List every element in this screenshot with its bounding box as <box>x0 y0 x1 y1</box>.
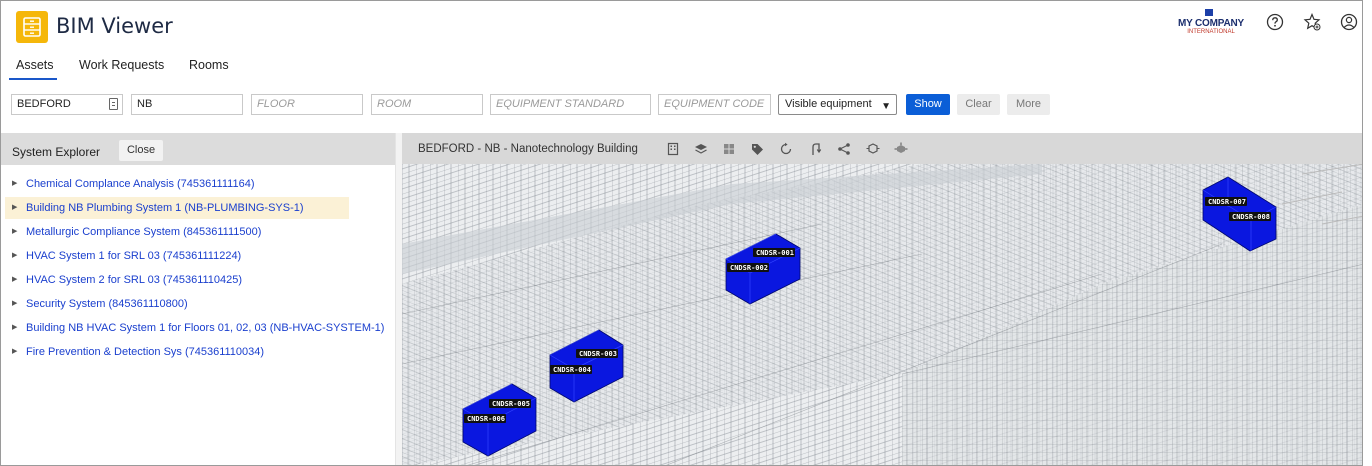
equipment-label: CNDSR-007 <box>1208 198 1246 206</box>
building-value: NB <box>137 98 153 110</box>
tree-item[interactable]: ▶ HVAC System 2 for SRL 03 (745361110425) <box>5 269 349 291</box>
user-account-icon[interactable] <box>1340 13 1358 31</box>
tree-item-label: Chemical Complance Analysis (74536111116… <box>26 178 255 190</box>
layers-icon[interactable] <box>694 142 708 156</box>
filter-bar: BEDFORD NB FLOOR ROOM EQUIPMENT STANDARD… <box>1 93 1362 117</box>
app-window: BIM Viewer MY COMPANY INTERNATIONAL Asse… <box>0 0 1363 466</box>
tree-item-label: HVAC System 1 for SRL 03 (745361111224) <box>26 250 242 262</box>
app-header: BIM Viewer MY COMPANY INTERNATIONAL <box>1 1 1362 51</box>
clear-button[interactable]: Clear <box>957 94 1000 115</box>
app-logo-icon <box>16 11 48 43</box>
expand-caret-icon[interactable]: ▶ <box>12 269 17 291</box>
tab-work-requests[interactable]: Work Requests <box>79 58 164 72</box>
equipment-label: CNDSR-005 <box>492 400 530 408</box>
tab-rooms[interactable]: Rooms <box>189 58 229 72</box>
select-list-icon[interactable] <box>109 98 118 110</box>
tree-item[interactable]: ▶ HVAC System 1 for SRL 03 (745361111224) <box>5 245 349 267</box>
equipment-standard-placeholder: EQUIPMENT STANDARD <box>496 98 625 110</box>
tag-icon[interactable] <box>750 142 764 156</box>
equipment-label: CNDSR-008 <box>1232 213 1270 221</box>
tree-item[interactable]: ▶ Security System (845361110800) <box>5 293 349 315</box>
tree-item[interactable]: ▶ Metallurgic Compliance System (84536111… <box>5 221 349 243</box>
expand-caret-icon[interactable]: ▶ <box>12 197 17 219</box>
viewer-title: BEDFORD - NB - Nanotechnology Building <box>418 143 638 155</box>
model-canvas[interactable]: CNDSR-001 CNDSR-002 CNDSR-003 CNDSR-004 … <box>402 164 1363 466</box>
route-icon[interactable] <box>809 142 823 156</box>
favorites-star-icon[interactable] <box>1303 12 1321 31</box>
company-logo-mark <box>1205 9 1213 16</box>
equipment-code-input[interactable]: EQUIPMENT CODE <box>658 94 771 115</box>
company-logo: MY COMPANY INTERNATIONAL <box>1171 9 1251 37</box>
help-icon[interactable] <box>1266 13 1284 31</box>
equipment-label: CNDSR-003 <box>579 350 617 358</box>
more-button[interactable]: More <box>1007 94 1050 115</box>
room-input[interactable]: ROOM <box>371 94 483 115</box>
system-explorer-title: System Explorer <box>12 145 101 159</box>
visibility-selected-value: Visible equipment <box>785 98 872 110</box>
panel-splitter[interactable] <box>395 133 402 465</box>
equipment-label: CNDSR-002 <box>730 264 768 272</box>
tree-item-label: Fire Prevention & Detection Sys (7453611… <box>26 346 265 358</box>
explode-icon[interactable] <box>866 142 880 156</box>
tree-item[interactable]: ▶ Fire Prevention & Detection Sys (745361… <box>5 341 349 363</box>
expand-caret-icon[interactable]: ▶ <box>12 173 17 195</box>
active-tab-indicator <box>9 78 57 80</box>
tree-item[interactable]: ▶ Chemical Complance Analysis (7453611111… <box>5 173 349 195</box>
visibility-select[interactable]: Visible equipment ▼ <box>778 94 897 115</box>
app-title: BIM Viewer <box>56 14 173 38</box>
tab-assets[interactable]: Assets <box>16 58 54 72</box>
expand-caret-icon[interactable]: ▶ <box>12 245 17 267</box>
room-placeholder: ROOM <box>377 98 412 110</box>
company-subtitle: INTERNATIONAL <box>1187 29 1235 35</box>
grid-icon[interactable] <box>722 142 736 156</box>
tree-item-label: Security System (845361110800) <box>26 298 188 310</box>
equipment-label: CNDSR-006 <box>467 415 505 423</box>
tree-item-selected[interactable]: ▶ Building NB Plumbing System 1 (NB-PLUMB… <box>5 197 349 219</box>
expand-caret-icon[interactable]: ▶ <box>12 317 17 339</box>
share-icon[interactable] <box>837 142 851 156</box>
equipment-label: CNDSR-001 <box>756 249 794 257</box>
equipment-label: CNDSR-004 <box>553 366 591 374</box>
site-input[interactable]: BEDFORD <box>11 94 123 115</box>
tree-item-label: Metallurgic Compliance System (845361111… <box>26 226 262 238</box>
building-icon[interactable] <box>666 142 680 156</box>
expand-caret-icon[interactable]: ▶ <box>12 221 17 243</box>
viewer-toolbar: BEDFORD - NB - Nanotechnology Building <box>402 133 1362 164</box>
system-explorer-header: System Explorer Close <box>1 133 395 165</box>
expand-caret-icon[interactable]: ▶ <box>12 341 17 363</box>
tree-item-label: HVAC System 2 for SRL 03 (745361110425) <box>26 274 243 286</box>
floor-placeholder: FLOOR <box>257 98 295 110</box>
close-explorer-button[interactable]: Close <box>119 140 163 161</box>
site-value: BEDFORD <box>17 98 71 110</box>
equipment-standard-input[interactable]: EQUIPMENT STANDARD <box>490 94 651 115</box>
floor-input[interactable]: FLOOR <box>251 94 363 115</box>
rotate-icon[interactable] <box>779 142 793 156</box>
expand-caret-icon[interactable]: ▶ <box>12 293 17 315</box>
system-explorer-panel: System Explorer Close ▶ Chemical Complanc… <box>1 133 395 465</box>
main-tabs: Assets Work Requests Rooms <box>1 53 401 81</box>
tree-item-label: Building NB Plumbing System 1 (NB-PLUMBI… <box>26 202 304 214</box>
building-input[interactable]: NB <box>131 94 243 115</box>
chevron-down-icon: ▼ <box>881 101 891 112</box>
cube-move-icon[interactable] <box>894 142 908 156</box>
tree-item-label: Building NB HVAC System 1 for Floors 01,… <box>26 322 385 334</box>
tree-item[interactable]: ▶ Building NB HVAC System 1 for Floors 01… <box>5 317 384 339</box>
company-name: MY COMPANY <box>1178 18 1244 29</box>
bim-viewer: BEDFORD - NB - Nanotechnology Building C… <box>402 133 1363 466</box>
equipment-code-placeholder: EQUIPMENT CODE <box>664 98 765 110</box>
show-button[interactable]: Show <box>906 94 950 115</box>
